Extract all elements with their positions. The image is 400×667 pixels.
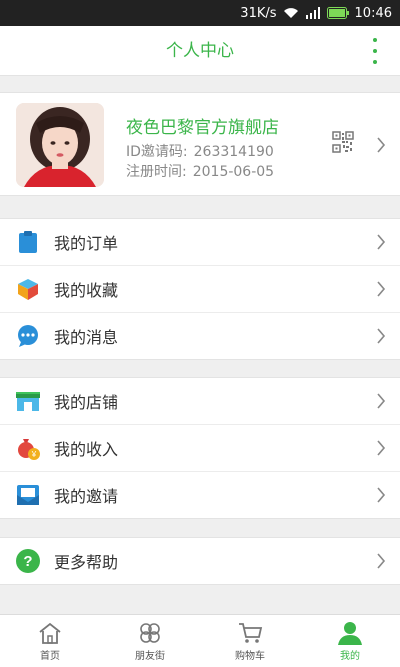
chat-bubble-icon [14, 322, 42, 350]
chevron-right-icon [377, 281, 386, 297]
register-date: 2015-06-05 [192, 164, 275, 180]
chevron-right-icon [377, 393, 386, 409]
app-header: 个人中心 [0, 26, 400, 76]
menu-item-income[interactable]: ¥ 我的收入 [0, 424, 400, 471]
svg-text:¥: ¥ [31, 450, 37, 459]
network-speed: 31K/s [240, 5, 277, 21]
clock: 10:46 [354, 5, 392, 21]
more-vertical-icon[interactable] [368, 38, 382, 64]
signal-icon [305, 7, 321, 19]
chevron-right-icon [377, 234, 386, 250]
menu-item-favorites[interactable]: 我的收藏 [0, 265, 400, 312]
tab-label: 朋友街 [135, 650, 165, 662]
tab-label: 购物车 [235, 650, 265, 662]
menu-item-messages[interactable]: 我的消息 [0, 312, 400, 359]
register-date-line: 注册时间: 2015-06-05 [126, 161, 274, 181]
menu-label: 我的订单 [54, 234, 119, 253]
menu-label: 我的消息 [54, 328, 119, 347]
invite-code: 263314190 [193, 144, 274, 160]
chevron-right-icon [377, 328, 386, 344]
profile-card[interactable]: 夜色巴黎官方旗舰店 ID邀请码: 263314190 注册时间: 2015-06-0… [0, 92, 400, 196]
tab-label: 首页 [40, 650, 60, 662]
menu-label: 我的邀请 [54, 487, 119, 506]
help-icon: ? [14, 547, 42, 575]
store-name: 夜色巴黎官方旗舰店 [126, 118, 279, 138]
menu-item-orders[interactable]: 我的订单 [0, 219, 400, 265]
storefront-icon [14, 387, 42, 415]
chevron-right-icon [377, 137, 386, 153]
svg-text:?: ? [23, 553, 32, 570]
menu-label: 更多帮助 [54, 553, 119, 572]
shopping-cart-icon [239, 622, 263, 643]
menu-label: 我的收藏 [54, 281, 119, 300]
status-bar: 31K/s 10:46 [0, 0, 400, 26]
user-icon [338, 621, 362, 645]
wifi-icon [283, 7, 299, 19]
tab-home[interactable]: 首页 [0, 615, 100, 667]
menu-label: 我的店铺 [54, 393, 119, 412]
menu-item-help[interactable]: ? 更多帮助 [0, 538, 400, 584]
tab-mine[interactable]: 我的 [300, 615, 400, 667]
invite-code-label: ID邀请码: [126, 144, 188, 160]
bottom-tab-bar: 首页 朋友街 购物车 我的 [0, 614, 400, 667]
invitation-icon [14, 481, 42, 509]
menu-group-help: ? 更多帮助 [0, 537, 400, 585]
chevron-right-icon [377, 553, 386, 569]
clipboard-icon [14, 228, 42, 256]
home-icon [39, 622, 61, 644]
battery-icon [326, 7, 349, 19]
chevron-right-icon [377, 440, 386, 456]
register-date-label: 注册时间: [126, 164, 187, 180]
menu-group-orders: 我的订单 我的收藏 我的消息 [0, 218, 400, 360]
menu-item-store[interactable]: 我的店铺 [0, 378, 400, 424]
menu-group-shop: 我的店铺 ¥ 我的收入 我的邀请 [0, 377, 400, 519]
tab-label: 我的 [340, 650, 360, 662]
avatar [16, 103, 104, 187]
money-bag-icon: ¥ [14, 434, 42, 462]
invite-code-line: ID邀请码: 263314190 [126, 141, 274, 161]
tab-friends[interactable]: 朋友街 [100, 615, 200, 667]
menu-item-invite[interactable]: 我的邀请 [0, 471, 400, 518]
clover-icon [140, 622, 160, 643]
chevron-right-icon [377, 487, 386, 503]
cube-icon [14, 275, 42, 303]
page-title: 个人中心 [166, 41, 234, 61]
qr-code-icon[interactable] [332, 131, 354, 153]
menu-label: 我的收入 [54, 440, 119, 459]
tab-cart[interactable]: 购物车 [200, 615, 300, 667]
